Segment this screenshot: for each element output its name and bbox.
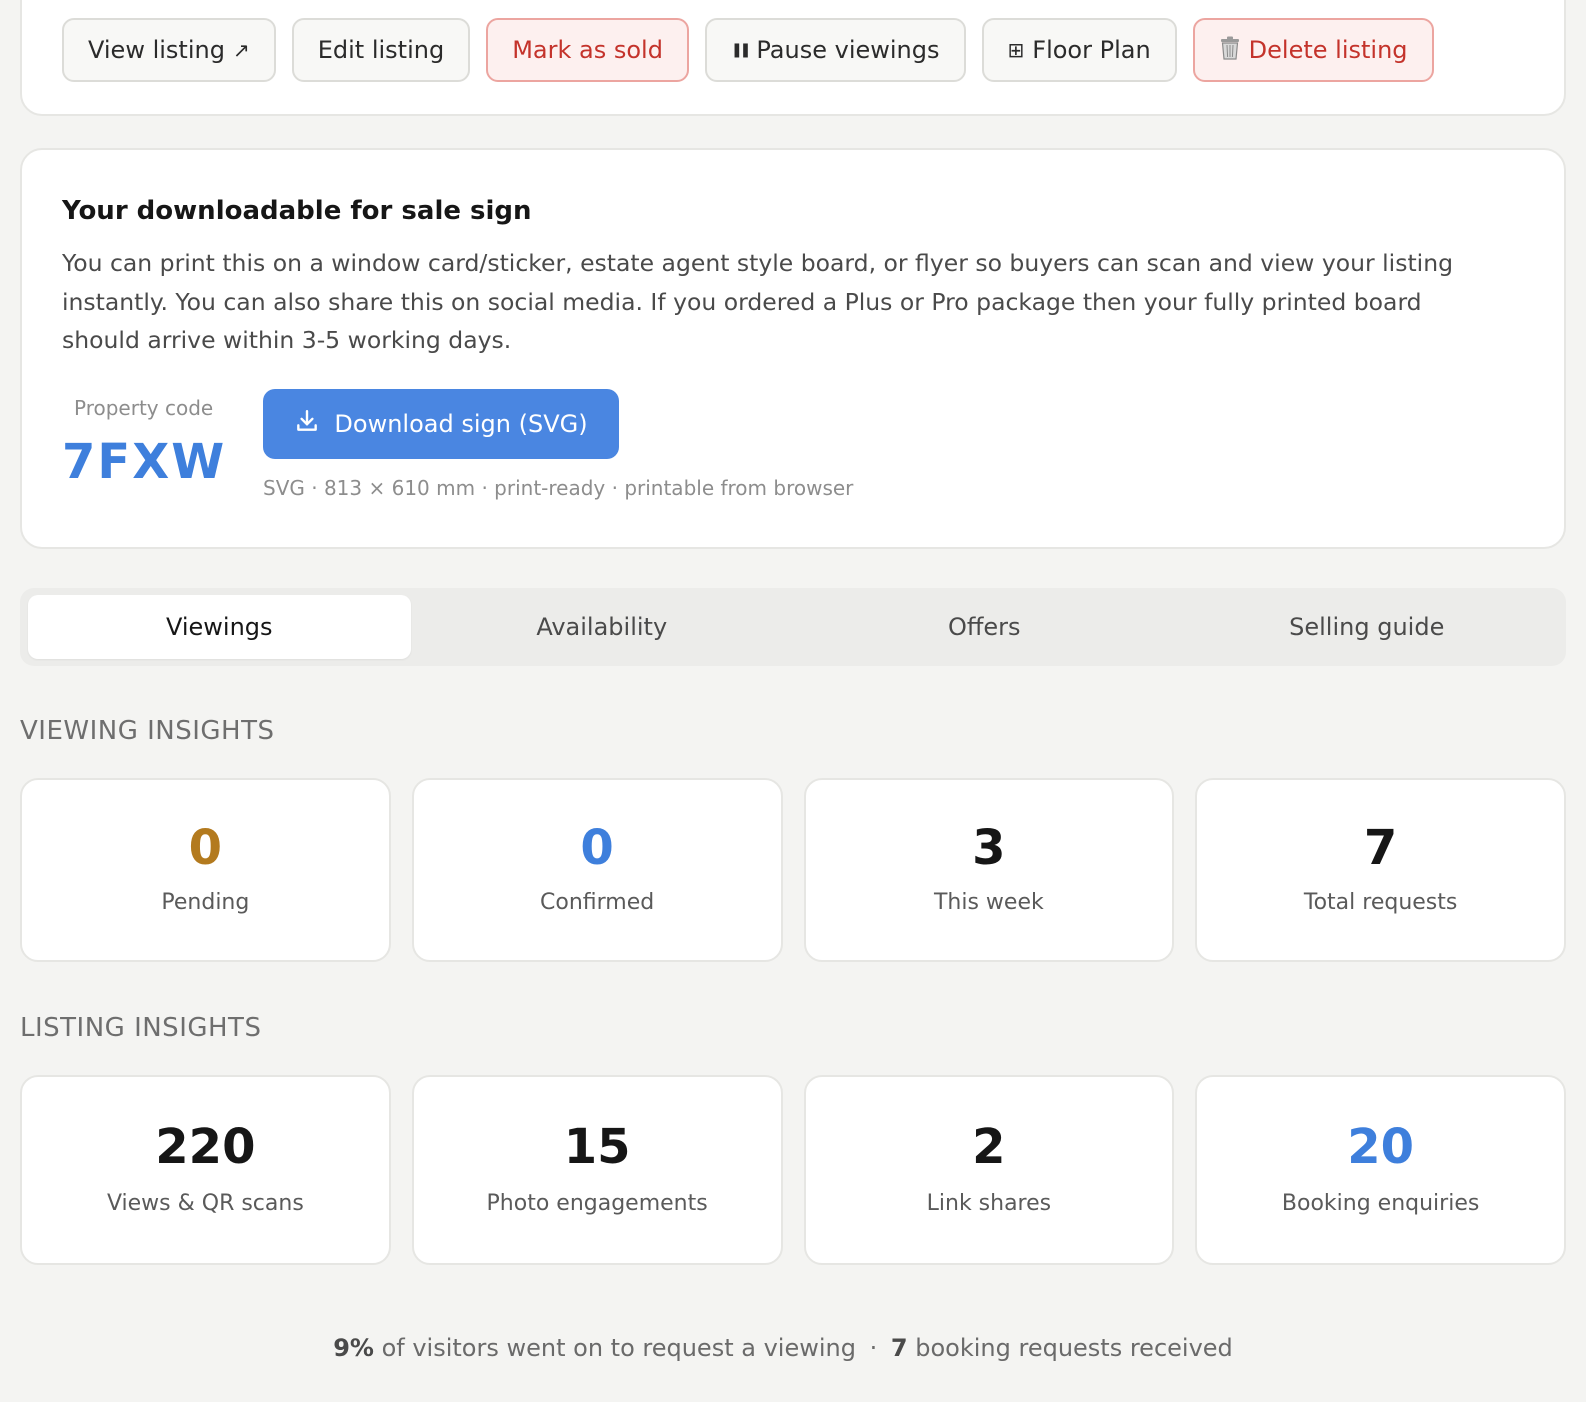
listing-insights-title: LISTING INSIGHTS	[20, 1013, 262, 1043]
download-sign-label: Download sign (SVG)	[334, 410, 588, 438]
stat-label: Photo engagements	[486, 1191, 708, 1216]
stat-label: Link shares	[926, 1191, 1052, 1216]
stat-booking-enquiries: 20 Booking enquiries	[1195, 1075, 1566, 1265]
stat-value: 2	[972, 1119, 1006, 1175]
pause-icon: ❚❚	[730, 42, 752, 58]
property-code-label: Property code	[74, 396, 214, 420]
tab-availability[interactable]: Availability	[411, 595, 794, 659]
sign-description: You can print this on a window card/stic…	[62, 249, 1454, 354]
conversion-text: of visitors went on to request a viewing	[381, 1334, 856, 1362]
viewing-insights-stats: 0 Pending 0 Confirmed 3 This week 7 Tota…	[20, 778, 1566, 962]
stat-label: Views & QR scans	[106, 1191, 304, 1216]
mark-as-sold-label: Mark as sold	[512, 36, 663, 64]
booking-count: 7	[890, 1334, 908, 1362]
stat-value: 20	[1347, 1119, 1415, 1175]
delete-listing-label: Delete listing	[1248, 36, 1408, 64]
stat-value: 220	[155, 1119, 256, 1175]
stat-value: 0	[188, 820, 223, 876]
pause-viewings-label: Pause viewings	[756, 36, 940, 64]
stat-label: Pending	[161, 890, 250, 915]
edit-listing-button[interactable]: Edit listing	[291, 18, 471, 82]
listing-insights-stats: 220 Views & QR scans 15 Photo engagement…	[20, 1075, 1566, 1265]
stat-label: Confirmed	[540, 890, 655, 915]
summary-separator: ·	[869, 1334, 878, 1362]
mark-as-sold-button[interactable]: Mark as sold	[486, 18, 689, 82]
delete-listing-button[interactable]: Delete listing	[1192, 18, 1434, 82]
download-sign-button[interactable]: Download sign (SVG)	[263, 389, 619, 459]
viewing-insights-title: VIEWING INSIGHTS	[20, 716, 275, 746]
stat-label: Booking enquiries	[1281, 1191, 1480, 1216]
view-listing-button[interactable]: View listing ↗	[62, 18, 276, 82]
conversion-rate: 9%	[333, 1334, 374, 1362]
stat-value: 3	[972, 820, 1006, 876]
stat-link-shares: 2 Link shares	[803, 1075, 1175, 1265]
stat-value: 15	[563, 1119, 631, 1175]
stat-value: 0	[580, 820, 614, 876]
conversion-summary: 9% of visitors went on to request a view…	[0, 1334, 1566, 1362]
stat-pending: 0 Pending	[20, 778, 391, 962]
sale-sign-card: Your downloadable for sale sign You can …	[20, 148, 1566, 549]
sign-title: Your downloadable for sale sign	[62, 196, 532, 226]
download-meta: SVG · 813 × 610 mm · print-ready · print…	[263, 476, 854, 500]
floor-plan-label: Floor Plan	[1032, 36, 1151, 64]
floor-plan-icon: ⊞	[1007, 38, 1025, 62]
listing-actions-card: View listing ↗ Edit listing Mark as sold…	[20, 0, 1566, 116]
stat-views-qr-scans: 220 Views & QR scans	[20, 1075, 391, 1265]
property-code: 7FXW	[62, 434, 227, 490]
stat-label: Total requests	[1303, 890, 1458, 915]
stat-total-requests: 7 Total requests	[1195, 778, 1566, 962]
stat-photo-engagements: 15 Photo engagements	[411, 1075, 783, 1265]
stat-this-week: 3 This week	[803, 778, 1175, 962]
listing-tabs: Viewings Availability Offers Selling gui…	[20, 588, 1566, 666]
stat-label: This week	[933, 890, 1044, 915]
view-listing-label: View listing	[88, 36, 225, 64]
floor-plan-button[interactable]: ⊞ Floor Plan	[981, 18, 1177, 82]
external-link-icon: ↗	[232, 38, 250, 62]
pause-viewings-button[interactable]: ❚❚ Pause viewings	[704, 18, 966, 82]
tab-offers[interactable]: Offers	[793, 595, 1176, 659]
edit-listing-label: Edit listing	[317, 36, 445, 64]
tab-viewings[interactable]: Viewings	[28, 595, 411, 659]
tab-selling-guide[interactable]: Selling guide	[1176, 595, 1559, 659]
stat-value: 7	[1363, 820, 1398, 876]
booking-text: booking requests received	[915, 1334, 1233, 1362]
stat-confirmed: 0 Confirmed	[411, 778, 783, 962]
download-icon	[294, 408, 320, 440]
trash-icon	[1219, 36, 1241, 65]
action-buttons: View listing ↗ Edit listing Mark as sold…	[62, 18, 1434, 82]
